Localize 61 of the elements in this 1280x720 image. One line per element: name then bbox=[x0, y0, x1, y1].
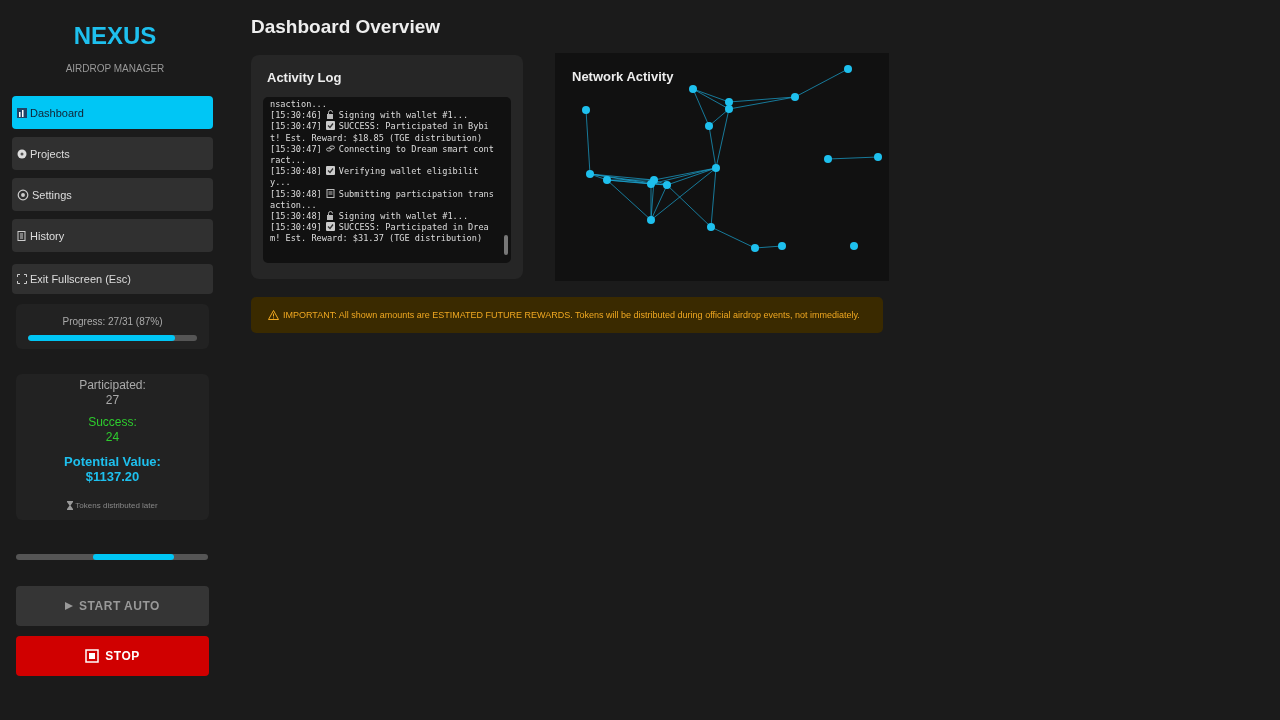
network-node bbox=[705, 122, 713, 130]
log-line: [15:30:48] Submitting participation transaction... bbox=[270, 188, 495, 212]
nav-item[interactable]: History bbox=[12, 219, 213, 252]
network-node bbox=[850, 242, 858, 250]
network-node bbox=[689, 85, 697, 93]
app-subtitle: AIRDROP MANAGER bbox=[65, 63, 165, 74]
log-line: nsaction... bbox=[270, 99, 328, 111]
log-line: [15:30:46] Signing with wallet #1... bbox=[270, 110, 470, 122]
play-icon bbox=[65, 602, 74, 610]
settings-icon bbox=[17, 188, 29, 201]
network-node bbox=[824, 155, 832, 163]
bar-chart-icon bbox=[17, 107, 27, 118]
stat-value: 24 bbox=[105, 430, 120, 445]
nav-item[interactable]: Dashboard bbox=[12, 96, 213, 129]
network-node bbox=[582, 106, 590, 114]
lock-pen-icon bbox=[325, 110, 335, 120]
stat-value: 27 bbox=[105, 393, 120, 408]
stat-label: Participated: bbox=[79, 378, 146, 393]
stop-button[interactable]: STOP bbox=[16, 636, 209, 676]
link-icon bbox=[325, 143, 335, 153]
stat-label: Potential Value: bbox=[64, 454, 161, 469]
checkbox-icon bbox=[325, 166, 335, 176]
network-node bbox=[874, 153, 882, 161]
nav-item[interactable]: Exit Fullscreen (Esc) bbox=[12, 264, 213, 294]
checkbox-icon bbox=[325, 222, 335, 232]
warning-icon bbox=[268, 310, 279, 320]
network-node bbox=[707, 223, 715, 231]
stat-label: Success: bbox=[88, 415, 137, 430]
nav-item[interactable]: Settings bbox=[12, 178, 213, 211]
nav-item[interactable]: Projects bbox=[12, 137, 213, 170]
log-line: [15:30:48] Signing with wallet #1... bbox=[270, 211, 470, 223]
log-line: [15:30:47] SUCCESS: Participated in Bybit! Est. Reward: $18.85 (TGE distribution) bbox=[270, 121, 490, 144]
network-node bbox=[751, 244, 759, 252]
checkbox-icon bbox=[325, 121, 335, 131]
card-title: Network Activity bbox=[572, 69, 674, 84]
log-line: [15:30:49] SUCCESS: Participated in Dream! Est. Reward: $31.37 (TGE distribution) bbox=[270, 222, 490, 245]
scrollbar-thumb[interactable] bbox=[504, 235, 508, 255]
network-node bbox=[647, 216, 655, 224]
log-line: [15:30:47] Connecting to Dream smart contract... bbox=[270, 143, 495, 167]
lock-pen-icon bbox=[325, 211, 335, 221]
network-node bbox=[663, 181, 671, 189]
warning-text: IMPORTANT: All shown amounts are ESTIMATED FUTURE REWARDS. Tokens will be distributed during official airdrop events, not immediately. bbox=[283, 310, 860, 320]
hourglass-icon bbox=[67, 501, 74, 510]
network-node bbox=[586, 170, 594, 178]
expand-icon bbox=[17, 274, 27, 284]
progress-label: Progress: 27/31 (87%) bbox=[62, 316, 163, 327]
note-text: Tokens distributed later bbox=[75, 501, 158, 510]
network-node bbox=[791, 93, 799, 101]
disc-icon bbox=[17, 148, 27, 159]
stop-icon bbox=[85, 649, 100, 663]
card-title: Activity Log bbox=[267, 70, 343, 85]
document-icon bbox=[325, 188, 335, 198]
network-node bbox=[603, 176, 611, 184]
page-title: Dashboard Overview bbox=[251, 16, 442, 38]
network-node bbox=[712, 164, 720, 172]
log-line: [15:30:48] Verifying wallet eligibility... bbox=[270, 166, 480, 189]
stat-value: $1137.20 bbox=[85, 469, 140, 484]
app-logo: NEXUS bbox=[73, 22, 157, 50]
scroll-icon bbox=[17, 230, 27, 241]
network-node bbox=[778, 242, 786, 250]
network-node bbox=[844, 65, 852, 73]
